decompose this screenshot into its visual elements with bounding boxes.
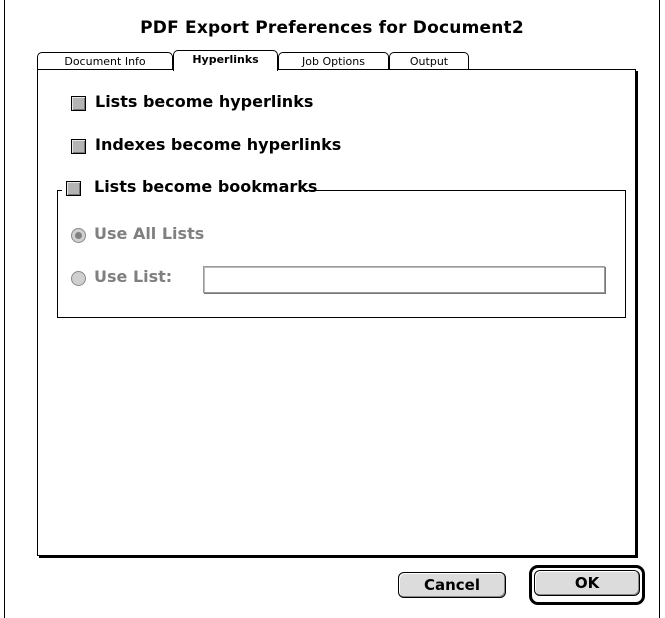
hyperlinks-panel: Lists become hyperlinks Indexes become h… (37, 69, 636, 556)
tab-job-options[interactable]: Job Options (278, 52, 389, 69)
tab-output[interactable]: Output (389, 52, 469, 69)
use-all-lists-label: Use All Lists (94, 224, 205, 243)
dialog-window: PDF Export Preferences for Document2 Doc… (4, 0, 660, 618)
lists-bookmarks-label: Lists become bookmarks (94, 177, 318, 196)
use-list-label: Use List: (94, 267, 173, 286)
indexes-hyperlinks-label: Indexes become hyperlinks (95, 135, 342, 154)
lists-bookmarks-checkbox[interactable] (66, 181, 81, 196)
use-list-radio[interactable] (71, 271, 86, 286)
tab-document-info[interactable]: Document Info (37, 52, 173, 69)
bookmarks-group-header: Lists become bookmarks (62, 177, 317, 201)
use-all-lists-radio[interactable] (71, 228, 86, 243)
cancel-button[interactable]: Cancel (398, 572, 506, 598)
tab-hyperlinks[interactable]: Hyperlinks (173, 50, 278, 71)
ok-button[interactable]: OK (534, 570, 640, 596)
bookmarks-group-box (57, 190, 626, 318)
lists-hyperlinks-checkbox[interactable] (71, 96, 86, 111)
dialog-title: PDF Export Preferences for Document2 (140, 18, 524, 38)
use-list-input[interactable] (203, 266, 605, 293)
radio-selected-dot (75, 232, 82, 239)
indexes-hyperlinks-checkbox[interactable] (71, 139, 86, 154)
lists-hyperlinks-label: Lists become hyperlinks (95, 92, 314, 111)
